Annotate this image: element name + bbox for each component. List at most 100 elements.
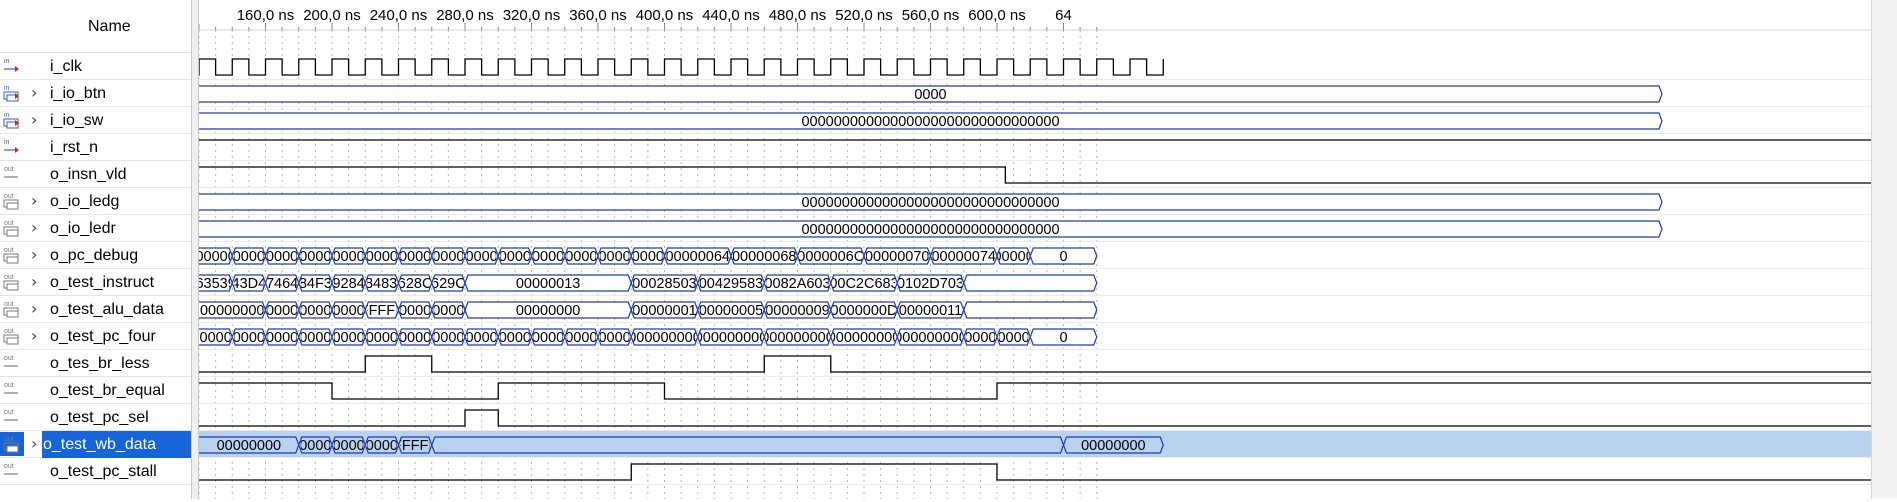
input-port-bus-icon: in	[0, 81, 24, 105]
expand-chevron-icon[interactable]: ›	[31, 245, 37, 264]
bus-value-label: 00000074	[931, 249, 996, 265]
expand-chevron-icon[interactable]: ›	[31, 191, 37, 210]
input-port-icon: in	[0, 135, 24, 159]
signal-row-o-tes-br-less[interactable]: out o_tes_br_less	[0, 350, 191, 377]
input-port-bus-icon: in	[0, 108, 24, 132]
output-port-icon: out	[0, 351, 24, 375]
expand-chevron-icon[interactable]: ›	[31, 110, 37, 129]
input-port-icon: in	[0, 54, 24, 78]
time-tick-label: 600,0 ns	[968, 7, 1026, 24]
name-column-title: Name	[88, 18, 131, 35]
signal-row-o-test-instruct[interactable]: out › o_test_instruct	[0, 269, 191, 296]
expand-chevron-icon[interactable]: ›	[31, 272, 37, 291]
signal-name-label: o_test_instruct	[50, 274, 155, 291]
output-port-bus-icon: out	[0, 324, 24, 348]
signal-row-o-test-pc-sel[interactable]: out o_test_pc_sel	[0, 404, 191, 431]
signal-row-o-test-pc-stall[interactable]: out o_test_pc_stall	[0, 458, 191, 485]
output-port-bus-icon: out	[0, 216, 24, 240]
signal-name-label: o_io_ledr	[50, 220, 116, 237]
time-tick-label: 560,0 ns	[902, 7, 960, 24]
signal-row-o-pc-debug[interactable]: out › o_pc_debug	[0, 242, 191, 269]
bus-value-label: 00000000000000000000000000000000	[801, 222, 1059, 238]
wave-i-io-btn: 0000	[188, 85, 1871, 107]
signal-row-o-test-pc-four[interactable]: out › o_test_pc_four	[0, 323, 191, 350]
time-tick-label: 160,0 ns	[237, 7, 295, 24]
wave-i-io-sw: 00000000000000000000000000000000	[188, 112, 1871, 134]
bus-value-label: 0000000D	[831, 303, 898, 319]
wave-o-test-br-equal	[199, 382, 1871, 404]
signal-name-label: o_pc_debug	[50, 247, 139, 264]
bus-value-label: 00000000	[217, 438, 282, 454]
expand-chevron-icon[interactable]: ›	[31, 83, 37, 102]
bus-value-label: 00028503	[632, 276, 697, 292]
output-port-bus-icon: out	[0, 270, 24, 294]
signal-row-o-io-ledr[interactable]: out › o_io_ledr	[0, 215, 191, 242]
waveform-pane[interactable]: 160,0 ns 200,0 ns 240,0 ns 280,0 ns 320,0 ns…	[165, 0, 1897, 499]
bus-segment	[963, 274, 1098, 292]
bit-waveform	[199, 355, 1871, 373]
signal-row-o-insn-vld[interactable]: out o_insn_vld	[0, 161, 191, 188]
svg-text:in: in	[4, 139, 10, 146]
signal-row-o-test-alu-data[interactable]: out › o_test_alu_data	[0, 296, 191, 323]
wave-o-test-pc-sel	[199, 409, 1871, 431]
signal-row-i-io-btn[interactable]: in › i_io_btn	[0, 80, 191, 107]
expand-chevron-icon[interactable]: ›	[31, 434, 37, 453]
signal-row-o-test-wb-data[interactable]: out › o_test_wb_data	[0, 431, 192, 458]
signal-row-o-test-br-equal[interactable]: out o_test_br_equal	[0, 377, 191, 404]
signal-name-label: o_io_ledg	[50, 193, 120, 210]
bus-value-label: 00000000000000000000000000000000	[801, 195, 1059, 211]
svg-text:in: in	[4, 112, 10, 119]
expand-chevron-icon[interactable]: ›	[31, 218, 37, 237]
time-tick-label: 440,0 ns	[702, 7, 760, 24]
bus-value-label: 0102D703	[897, 276, 964, 292]
bus-value-label: 00C2C683	[829, 276, 898, 292]
svg-text:out: out	[4, 328, 14, 335]
bus-value-label: 0082A603	[764, 276, 830, 292]
bus-value-label: 00000000	[516, 303, 581, 319]
svg-text:in: in	[4, 58, 10, 65]
wave-o-pc-debug: 0000001000001000002000002000002000002000…	[188, 247, 1871, 269]
signal-name-label: o_test_pc_stall	[50, 463, 157, 480]
svg-text:out: out	[4, 382, 14, 389]
signal-row-i-rst-n[interactable]: in i_rst_n	[0, 134, 191, 161]
svg-text:out: out	[4, 301, 14, 308]
bus-value-label: 0000	[914, 87, 946, 103]
output-port-bus-icon: out	[0, 189, 24, 213]
bus-value-label: 00000000000000000000000000000000	[801, 114, 1059, 130]
vertical-scrollbar[interactable]	[1871, 0, 1897, 499]
time-tick-label: 400,0 ns	[636, 7, 694, 24]
time-tick-label: 280,0 ns	[436, 7, 494, 24]
bus-value-label: 0	[1059, 330, 1067, 346]
bit-waveform	[199, 166, 1871, 184]
time-tick-label: 240,0 ns	[370, 7, 428, 24]
output-port-bus-icon: out	[0, 243, 24, 267]
output-port-icon: out	[0, 378, 24, 402]
bus-value-label: 00000070	[865, 249, 930, 265]
svg-text:out: out	[4, 193, 14, 200]
signal-name-label: i_clk	[50, 58, 83, 75]
time-tick-label: 200,0 ns	[303, 7, 361, 24]
bus-value-label: 0	[1059, 249, 1067, 265]
signal-name-label: o_test_pc_four	[50, 328, 156, 345]
output-port-icon: out	[0, 405, 24, 429]
signal-name-label: o_test_alu_data	[50, 301, 164, 318]
expand-chevron-icon[interactable]: ›	[31, 326, 37, 345]
signal-row-i-clk[interactable]: in i_clk	[0, 53, 191, 80]
svg-text:out: out	[4, 274, 14, 281]
expand-chevron-icon[interactable]: ›	[31, 299, 37, 318]
signal-name-label: o_test_wb_data	[42, 431, 192, 458]
signal-row-o-io-ledg[interactable]: out › o_io_ledg	[0, 188, 191, 215]
output-port-icon: out	[0, 459, 24, 483]
svg-text:out: out	[4, 220, 14, 227]
pane-splitter[interactable]	[191, 0, 199, 499]
time-tick-label: 320,0 ns	[503, 7, 561, 24]
bit-waveform	[199, 463, 1871, 481]
signal-name-panel: Name in i_clk in › i_io_btn in › i_io_sw in i_rst…	[0, 0, 196, 499]
wave-i-rst-n	[199, 139, 1871, 161]
signal-name-label: i_io_btn	[50, 85, 107, 102]
output-port-bus-icon: out	[0, 297, 24, 321]
bus-value-label: 00000064	[665, 249, 730, 265]
signal-row-i-io-sw[interactable]: in › i_io_sw	[0, 107, 191, 134]
svg-text:out: out	[4, 166, 14, 173]
signal-name-label: i_io_sw	[50, 112, 104, 129]
